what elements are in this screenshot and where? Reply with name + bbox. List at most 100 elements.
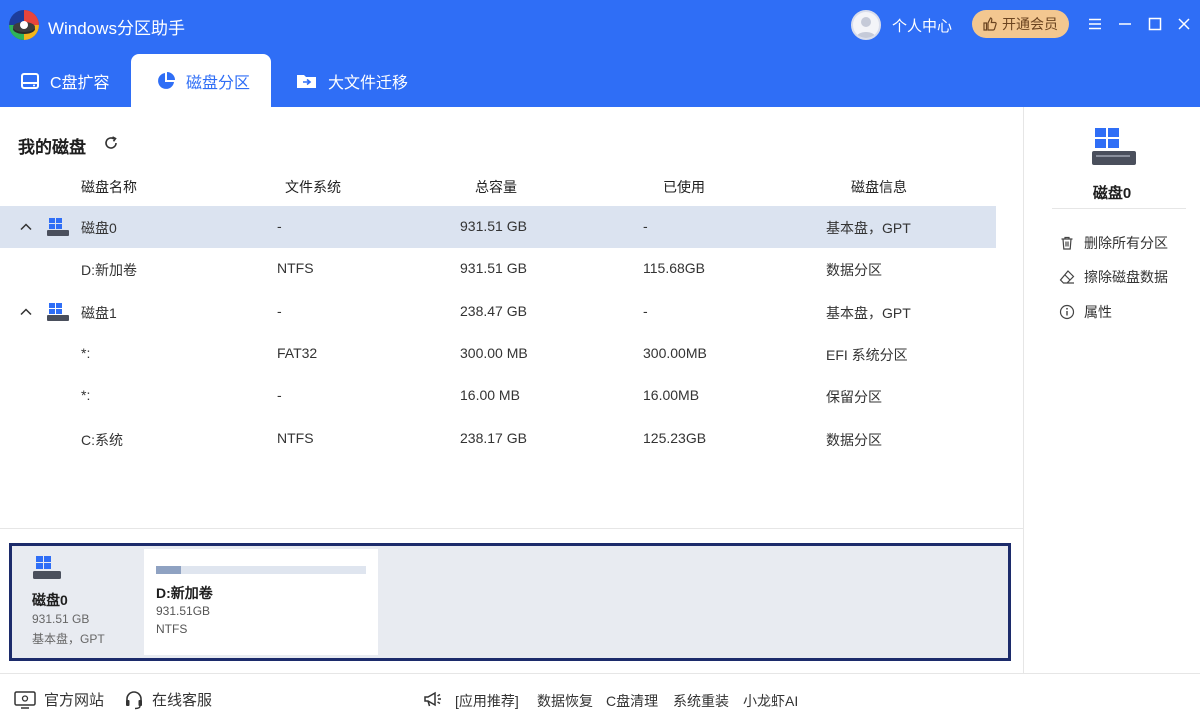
chevron-up-icon[interactable] bbox=[18, 219, 34, 235]
table-row-partition[interactable]: *: - 16.00 MB 16.00MB 保留分区 bbox=[0, 375, 996, 417]
cell-used: 115.68GB bbox=[643, 260, 706, 276]
megaphone-icon bbox=[424, 691, 441, 707]
cell-filesystem: NTFS bbox=[277, 260, 314, 276]
ai-assistant-link[interactable]: 小龙虾AI bbox=[743, 691, 798, 711]
title-bar: Windows分区助手 个人中心 开通会员 C盘扩容 磁盘分区 大文件迁移 bbox=[0, 0, 1200, 107]
partition-card[interactable]: D:新加卷 931.51GB NTFS bbox=[144, 549, 378, 655]
vip-button[interactable]: 开通会员 bbox=[972, 10, 1069, 38]
cell-filesystem: - bbox=[277, 387, 282, 403]
disk-map-type: 基本盘，GPT bbox=[32, 632, 105, 646]
tab-label: 大文件迁移 bbox=[328, 74, 409, 92]
maximize-icon bbox=[1148, 17, 1162, 31]
hamburger-icon bbox=[1089, 18, 1101, 30]
tab-label: 磁盘分区 bbox=[186, 74, 251, 92]
action-label: 删除所有分区 bbox=[1084, 235, 1168, 251]
cell-used: 300.00MB bbox=[643, 345, 707, 361]
disk-icon bbox=[1092, 128, 1136, 165]
official-website-link[interactable]: 官方网站 bbox=[14, 689, 104, 710]
partition-filesystem: NTFS bbox=[156, 622, 188, 636]
column-header-filesystem: 文件系统 bbox=[285, 179, 341, 195]
close-icon bbox=[1178, 18, 1190, 30]
right-panel: 磁盘0 删除所有分区 擦除磁盘数据 属性 bbox=[1023, 107, 1200, 673]
minimize-icon bbox=[1119, 23, 1131, 25]
column-header-name: 磁盘名称 bbox=[81, 179, 137, 195]
disk-map-capacity: 931.51 GB bbox=[32, 612, 90, 626]
tab-label: C盘扩容 bbox=[50, 74, 110, 92]
disk-map[interactable]: 磁盘0 931.51 GB 基本盘，GPT D:新加卷 931.51GB NTF… bbox=[9, 543, 1011, 661]
disk-icon bbox=[33, 556, 61, 579]
refresh-icon[interactable] bbox=[102, 134, 120, 152]
properties-button[interactable]: 属性 bbox=[1059, 301, 1112, 323]
table-row-partition[interactable]: C:系统 NTFS 238.17 GB 125.23GB 数据分区 bbox=[0, 418, 996, 460]
tab-disk-partition[interactable]: 磁盘分区 bbox=[131, 54, 271, 107]
cell-name: D:新加卷 bbox=[81, 262, 137, 278]
user-center-link[interactable]: 个人中心 bbox=[892, 15, 952, 36]
app-logo-icon bbox=[9, 10, 39, 40]
table-row-disk-0[interactable]: 磁盘0 - 931.51 GB - 基本盘，GPT bbox=[0, 206, 996, 248]
cell-used: - bbox=[643, 218, 648, 234]
column-header-info: 磁盘信息 bbox=[851, 179, 907, 195]
vip-label: 开通会员 bbox=[1002, 16, 1058, 32]
trash-icon bbox=[1061, 236, 1073, 250]
cell-name: 磁盘0 bbox=[81, 220, 117, 236]
cell-capacity: 931.51 GB bbox=[460, 218, 527, 234]
partition-usage-fill bbox=[156, 566, 182, 574]
cell-capacity: 300.00 MB bbox=[460, 345, 528, 361]
close-button[interactable] bbox=[1172, 12, 1196, 36]
maximize-button[interactable] bbox=[1143, 12, 1167, 36]
minimize-button[interactable] bbox=[1113, 12, 1137, 36]
selected-disk-name: 磁盘0 bbox=[1092, 185, 1132, 202]
headset-icon bbox=[126, 690, 142, 709]
cell-filesystem: - bbox=[277, 218, 282, 234]
table-row-partition[interactable]: D:新加卷 NTFS 931.51 GB 115.68GB 数据分区 bbox=[0, 248, 996, 290]
cell-filesystem: - bbox=[277, 303, 282, 319]
cell-capacity: 238.47 GB bbox=[460, 303, 527, 319]
tab-large-file-migration[interactable]: 大文件迁移 bbox=[296, 54, 408, 107]
cell-used: - bbox=[643, 303, 648, 319]
column-header-capacity: 总容量 bbox=[475, 179, 517, 195]
table-row-disk-1[interactable]: 磁盘1 - 238.47 GB - 基本盘，GPT bbox=[0, 291, 996, 333]
action-label: 属性 bbox=[1084, 304, 1112, 320]
column-header-used: 已使用 bbox=[663, 179, 705, 195]
cell-filesystem: FAT32 bbox=[277, 345, 318, 361]
hard-drive-icon bbox=[21, 72, 39, 89]
disk-icon bbox=[47, 218, 69, 236]
menu-button[interactable] bbox=[1083, 12, 1107, 36]
monitor-icon bbox=[14, 690, 36, 709]
cell-info: 基本盘，GPT bbox=[826, 305, 911, 321]
thumb-up-icon bbox=[983, 17, 997, 31]
cell-filesystem: NTFS bbox=[277, 430, 314, 446]
cell-name: 磁盘1 bbox=[81, 305, 117, 321]
footer-label: 在线客服 bbox=[152, 692, 213, 709]
partition-usage-bar bbox=[156, 566, 366, 574]
avatar[interactable] bbox=[851, 10, 881, 40]
app-title: Windows分区助手 bbox=[48, 19, 185, 38]
online-service-link[interactable]: 在线客服 bbox=[124, 689, 212, 710]
data-recovery-link[interactable]: 数据恢复 bbox=[537, 691, 593, 711]
delete-all-partitions-button[interactable]: 删除所有分区 bbox=[1059, 232, 1168, 254]
cell-name: *: bbox=[81, 387, 91, 403]
page-title: 我的磁盘 bbox=[18, 138, 86, 157]
cell-capacity: 931.51 GB bbox=[460, 260, 527, 276]
cell-info: 基本盘，GPT bbox=[826, 220, 911, 236]
c-drive-clean-link[interactable]: C盘清理 bbox=[606, 691, 658, 711]
disk-icon bbox=[47, 303, 69, 321]
wipe-disk-button[interactable]: 擦除磁盘数据 bbox=[1059, 266, 1168, 288]
table-row-partition[interactable]: *: FAT32 300.00 MB 300.00MB EFI 系统分区 bbox=[0, 333, 996, 375]
cell-name: C:系统 bbox=[81, 432, 123, 448]
chevron-up-icon[interactable] bbox=[18, 304, 34, 320]
system-reinstall-link[interactable]: 系统重装 bbox=[673, 691, 729, 711]
partition-size: 931.51GB bbox=[156, 604, 211, 618]
folder-move-icon bbox=[297, 74, 316, 88]
tab-c-drive-expand[interactable]: C盘扩容 bbox=[20, 54, 110, 107]
partition-name: D:新加卷 bbox=[156, 585, 213, 601]
cell-name: *: bbox=[81, 345, 91, 361]
footer: 官方网站 在线客服 [应用推荐] 数据恢复 C盘清理 系统重装 小龙虾AI bbox=[0, 673, 1200, 720]
cell-info: 保留分区 bbox=[826, 389, 882, 405]
disk-map-name: 磁盘0 bbox=[32, 592, 68, 608]
eraser-icon bbox=[1059, 270, 1075, 284]
app-recommend-link[interactable]: [应用推荐] bbox=[455, 691, 519, 711]
cell-capacity: 238.17 GB bbox=[460, 430, 527, 446]
cell-capacity: 16.00 MB bbox=[460, 387, 520, 403]
pie-chart-icon bbox=[158, 71, 175, 89]
